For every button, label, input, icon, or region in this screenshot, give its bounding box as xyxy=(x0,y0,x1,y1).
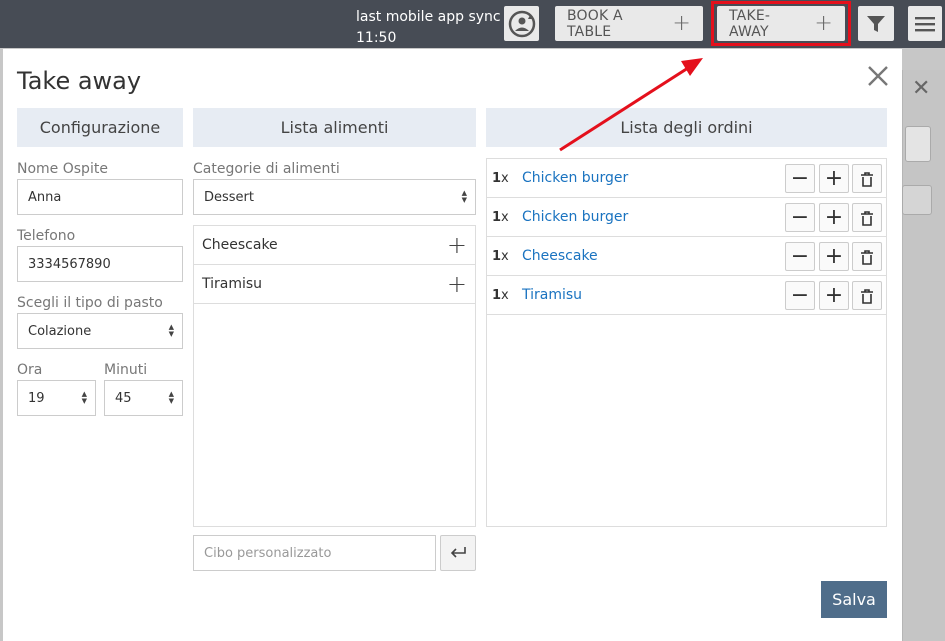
guest-name-label: Nome Ospite xyxy=(17,161,108,177)
custom-food-input[interactable]: Cibo personalizzato xyxy=(193,535,436,571)
meal-type-label: Scegli il tipo di pasto xyxy=(17,295,163,311)
food-item-name: Tiramisu xyxy=(202,276,263,292)
food-category-label: Categorie di alimenti xyxy=(193,161,340,177)
add-food-icon[interactable]: + xyxy=(447,233,467,257)
background-close-icon: ✕ xyxy=(912,76,931,101)
order-quantity: 1x xyxy=(492,287,509,303)
hour-select[interactable]: 19 ▲ ▼ xyxy=(17,380,96,416)
food-item: Tiramisu + xyxy=(194,265,475,304)
order-quantity: 1x xyxy=(492,170,509,186)
minute-label: Minuti xyxy=(104,362,148,378)
filter-button[interactable] xyxy=(858,6,894,41)
phone-field[interactable]: 3334567890 xyxy=(17,246,183,282)
hour-value: 19 xyxy=(28,390,45,406)
hamburger-icon xyxy=(915,16,935,31)
sync-icon xyxy=(508,10,535,37)
order-item-link[interactable]: Tiramisu xyxy=(522,287,582,303)
meal-type-select[interactable]: Colazione ▲ ▼ xyxy=(17,313,183,349)
save-button[interactable]: Salva xyxy=(821,581,887,618)
decrease-button[interactable]: − xyxy=(785,203,815,232)
top-bar: last mobile app sync 11:50 BOOK A TABLE … xyxy=(0,0,945,48)
add-custom-food-button[interactable] xyxy=(440,535,476,571)
book-table-label: BOOK A TABLE xyxy=(567,7,623,40)
sync-time: 11:50 xyxy=(356,30,397,46)
select-arrows-icon: ▲ ▼ xyxy=(461,189,467,204)
filter-icon xyxy=(867,15,885,32)
custom-food-placeholder: Cibo personalizzato xyxy=(204,545,332,561)
plus-icon: + xyxy=(672,10,691,36)
order-row: 1x Chicken burger − + xyxy=(487,198,886,237)
background-login-icon xyxy=(902,185,932,215)
background-select xyxy=(905,126,931,162)
orders-list: 1x Chicken burger − + 1x Chicken burger … xyxy=(486,158,887,527)
foods-header: Lista alimenti xyxy=(193,108,476,147)
enter-icon xyxy=(450,547,466,558)
select-arrows-icon: ▲ ▼ xyxy=(168,323,174,338)
food-list: Cheescake + Tiramisu + xyxy=(193,225,476,527)
order-row: 1x Tiramisu − + xyxy=(487,276,886,315)
food-category-value: Dessert xyxy=(204,189,254,205)
food-item-name: Cheescake xyxy=(202,237,278,253)
phone-label: Telefono xyxy=(17,228,76,244)
increase-button[interactable]: + xyxy=(819,203,849,232)
trash-icon xyxy=(861,210,873,226)
decrease-button[interactable]: − xyxy=(785,242,815,271)
close-icon[interactable] xyxy=(865,63,891,89)
add-food-icon[interactable]: + xyxy=(447,272,467,296)
trash-icon xyxy=(861,288,873,304)
food-category-select[interactable]: Dessert ▲ ▼ xyxy=(193,179,476,215)
book-table-button[interactable]: BOOK A TABLE + xyxy=(555,6,703,41)
menu-button[interactable] xyxy=(908,6,942,41)
minute-value: 45 xyxy=(115,390,132,406)
config-header: Configurazione xyxy=(17,108,183,147)
food-item: Cheescake + xyxy=(194,226,475,265)
sync-status: last mobile app sync 11:50 xyxy=(356,7,501,49)
guest-name-field[interactable]: Anna xyxy=(17,179,183,215)
decrease-button[interactable]: − xyxy=(785,281,815,310)
order-quantity: 1x xyxy=(492,209,509,225)
select-arrows-icon: ▲ ▼ xyxy=(81,390,87,405)
trash-icon xyxy=(861,249,873,265)
order-row: 1x Chicken burger − + xyxy=(487,159,886,198)
delete-button[interactable] xyxy=(852,242,882,271)
delete-button[interactable] xyxy=(852,164,882,193)
order-quantity: 1x xyxy=(492,248,509,264)
decrease-button[interactable]: − xyxy=(785,164,815,193)
increase-button[interactable]: + xyxy=(819,164,849,193)
trash-icon xyxy=(861,171,873,187)
orders-header: Lista degli ordini xyxy=(486,108,887,147)
increase-button[interactable]: + xyxy=(819,242,849,271)
order-item-link[interactable]: Chicken burger xyxy=(522,170,628,186)
meal-type-value: Colazione xyxy=(28,323,92,339)
order-item-link[interactable]: Chicken burger xyxy=(522,209,628,225)
order-item-link[interactable]: Cheescake xyxy=(522,248,598,264)
select-arrows-icon: ▲ ▼ xyxy=(168,390,174,405)
delete-button[interactable] xyxy=(852,281,882,310)
increase-button[interactable]: + xyxy=(819,281,849,310)
sync-button[interactable] xyxy=(504,6,539,41)
delete-button[interactable] xyxy=(852,203,882,232)
minute-select[interactable]: 45 ▲ ▼ xyxy=(104,380,183,416)
sync-label: last mobile app sync xyxy=(356,9,501,25)
order-row: 1x Cheescake − + xyxy=(487,237,886,276)
modal-title: Take away xyxy=(17,67,142,95)
hour-label: Ora xyxy=(17,362,43,378)
take-away-modal: Take away Configurazione Lista alimenti … xyxy=(3,49,902,641)
highlight-box xyxy=(711,1,851,46)
